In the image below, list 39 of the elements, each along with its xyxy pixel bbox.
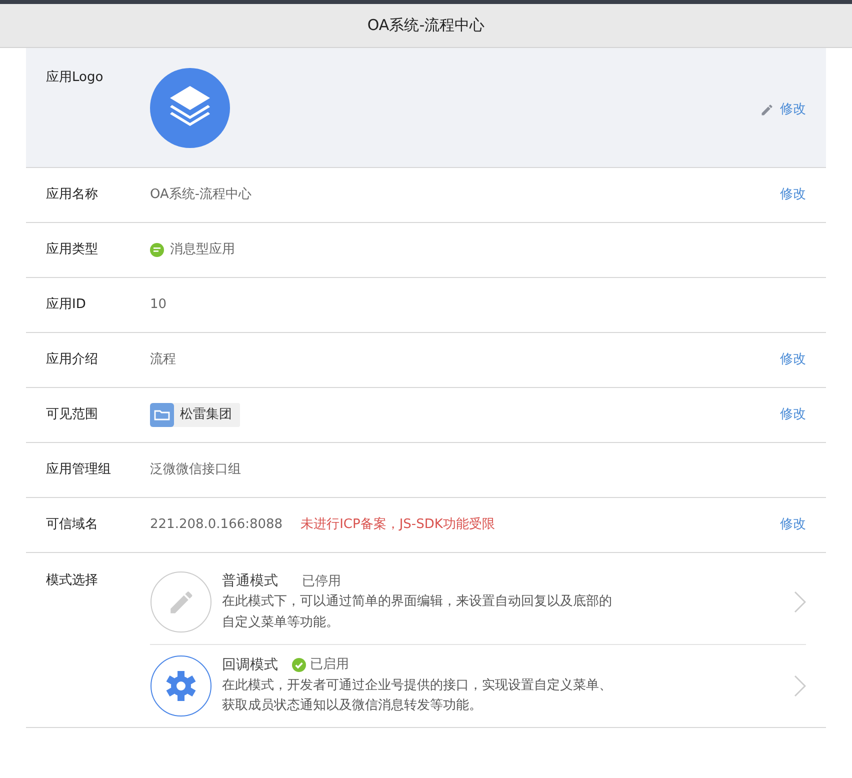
field-label: 可见范围: [46, 406, 99, 424]
chevron-right-icon: [794, 674, 806, 697]
warning-text: 未进行ICP备案，JS-SDK功能受限: [300, 516, 495, 534]
mode-description: 在此模式下，可以通过简单的界面编辑，来设置自动回复以及底部的自定义菜单等功能。: [222, 593, 613, 632]
field-label: 应用ID: [46, 296, 87, 314]
edit-link[interactable]: 修改: [780, 350, 806, 370]
edit-link[interactable]: 修改: [780, 515, 806, 535]
edit-link[interactable]: 修改: [780, 405, 806, 425]
field-label: 应用名称: [46, 186, 99, 204]
field-value: 泛微微信接口组: [150, 461, 241, 480]
edit-link[interactable]: 修改: [780, 185, 806, 205]
mode-name: 回调模式: [222, 656, 278, 675]
mode-description: 在此模式，开发者可通过企业号提供的接口，实现设置自定义菜单、获取成员状态通知以及微信消息转发等功能。: [222, 676, 613, 716]
field-value: 消息型应用: [170, 241, 235, 260]
gear-icon: [150, 654, 212, 717]
field-label: 应用Logo: [46, 69, 104, 87]
field-value: OA系统-流程中心: [150, 186, 252, 204]
scope-tag[interactable]: 松雷集团: [150, 403, 240, 427]
app-logo-icon: [150, 68, 230, 148]
mode-option[interactable]: 回调模式 已启用 在此模式，开发者可通过企业号提供的接口，实现设置自定义菜单、获取成员状态通知以及微信消息转发等功能。: [150, 644, 806, 728]
field-label: 应用类型: [46, 241, 99, 260]
pencil-icon: [150, 571, 212, 634]
field-value: 221.208.0.166:8088: [150, 516, 283, 534]
field-label: 应用介绍: [46, 351, 99, 370]
mode-name: 普通模式: [222, 572, 278, 591]
folder-icon: [150, 403, 174, 427]
mode-option[interactable]: 普通模式 已停用 在此模式下，可以通过简单的界面编辑，来设置自动回复以及底部的自定义菜单等功能。: [150, 561, 806, 644]
pencil-icon: [760, 102, 774, 117]
field-label: 可信域名: [46, 516, 99, 534]
message-icon: [150, 243, 164, 257]
field-label: 应用管理组: [46, 461, 112, 480]
chevron-right-icon: [794, 591, 806, 614]
field-value: 10: [150, 296, 167, 314]
mode-status: 已停用: [302, 572, 341, 591]
field-value: 流程: [150, 351, 176, 370]
page-title: OA系统-流程中心: [367, 15, 485, 36]
edit-link[interactable]: 修改: [760, 100, 806, 120]
mode-status: 已启用: [310, 656, 349, 674]
field-label: 模式选择: [46, 572, 99, 590]
